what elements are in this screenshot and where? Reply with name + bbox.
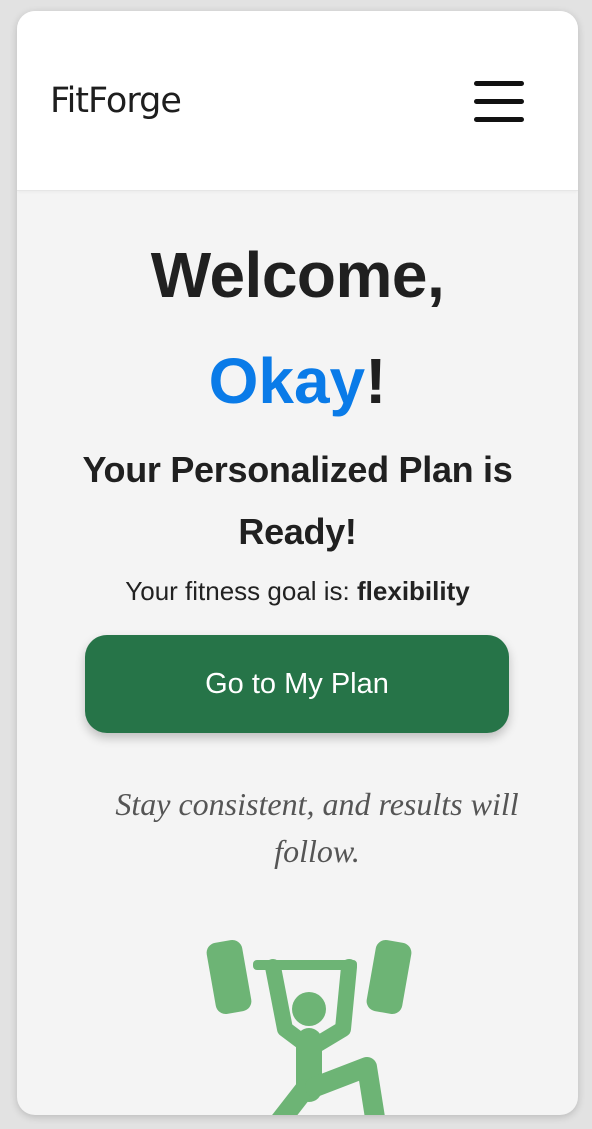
goal-value: flexibility [357, 576, 470, 606]
goal-prefix: Your fitness goal is: [125, 576, 358, 606]
left-weight-plate [206, 940, 252, 1014]
right-weight-plate [366, 940, 412, 1014]
plan-ready-title: Your Personalized Plan is Ready! [82, 449, 513, 552]
menu-bar-top [474, 81, 524, 86]
weightlifter-icon [206, 940, 412, 1115]
welcome-heading: Welcome, [150, 239, 445, 311]
user-name: Okay [208, 345, 366, 417]
menu-bar-middle [474, 99, 524, 104]
lifter-left-leg [272, 1079, 315, 1115]
top-header: FitForge [17, 11, 578, 191]
lifter-head [292, 992, 326, 1026]
fitness-goal-text: Your fitness goal is: flexibility [17, 573, 578, 609]
app-frame: FitForge Welcome, Okay! Your Personalize… [17, 11, 578, 1115]
welcome-section: Welcome, Okay! Your Personalized Plan is… [17, 191, 578, 1115]
motivational-quote: Stay consistent, and results will follow… [115, 786, 519, 869]
menu-bar-bottom [474, 117, 524, 122]
lifter-right-leg [305, 1057, 385, 1115]
hamburger-menu-icon[interactable] [468, 79, 530, 125]
user-name-line: Okay! [17, 341, 578, 421]
go-to-plan-button[interactable]: Go to My Plan [85, 635, 509, 733]
brand-logo[interactable]: FitForge [50, 77, 182, 125]
name-exclamation: ! [365, 345, 387, 417]
